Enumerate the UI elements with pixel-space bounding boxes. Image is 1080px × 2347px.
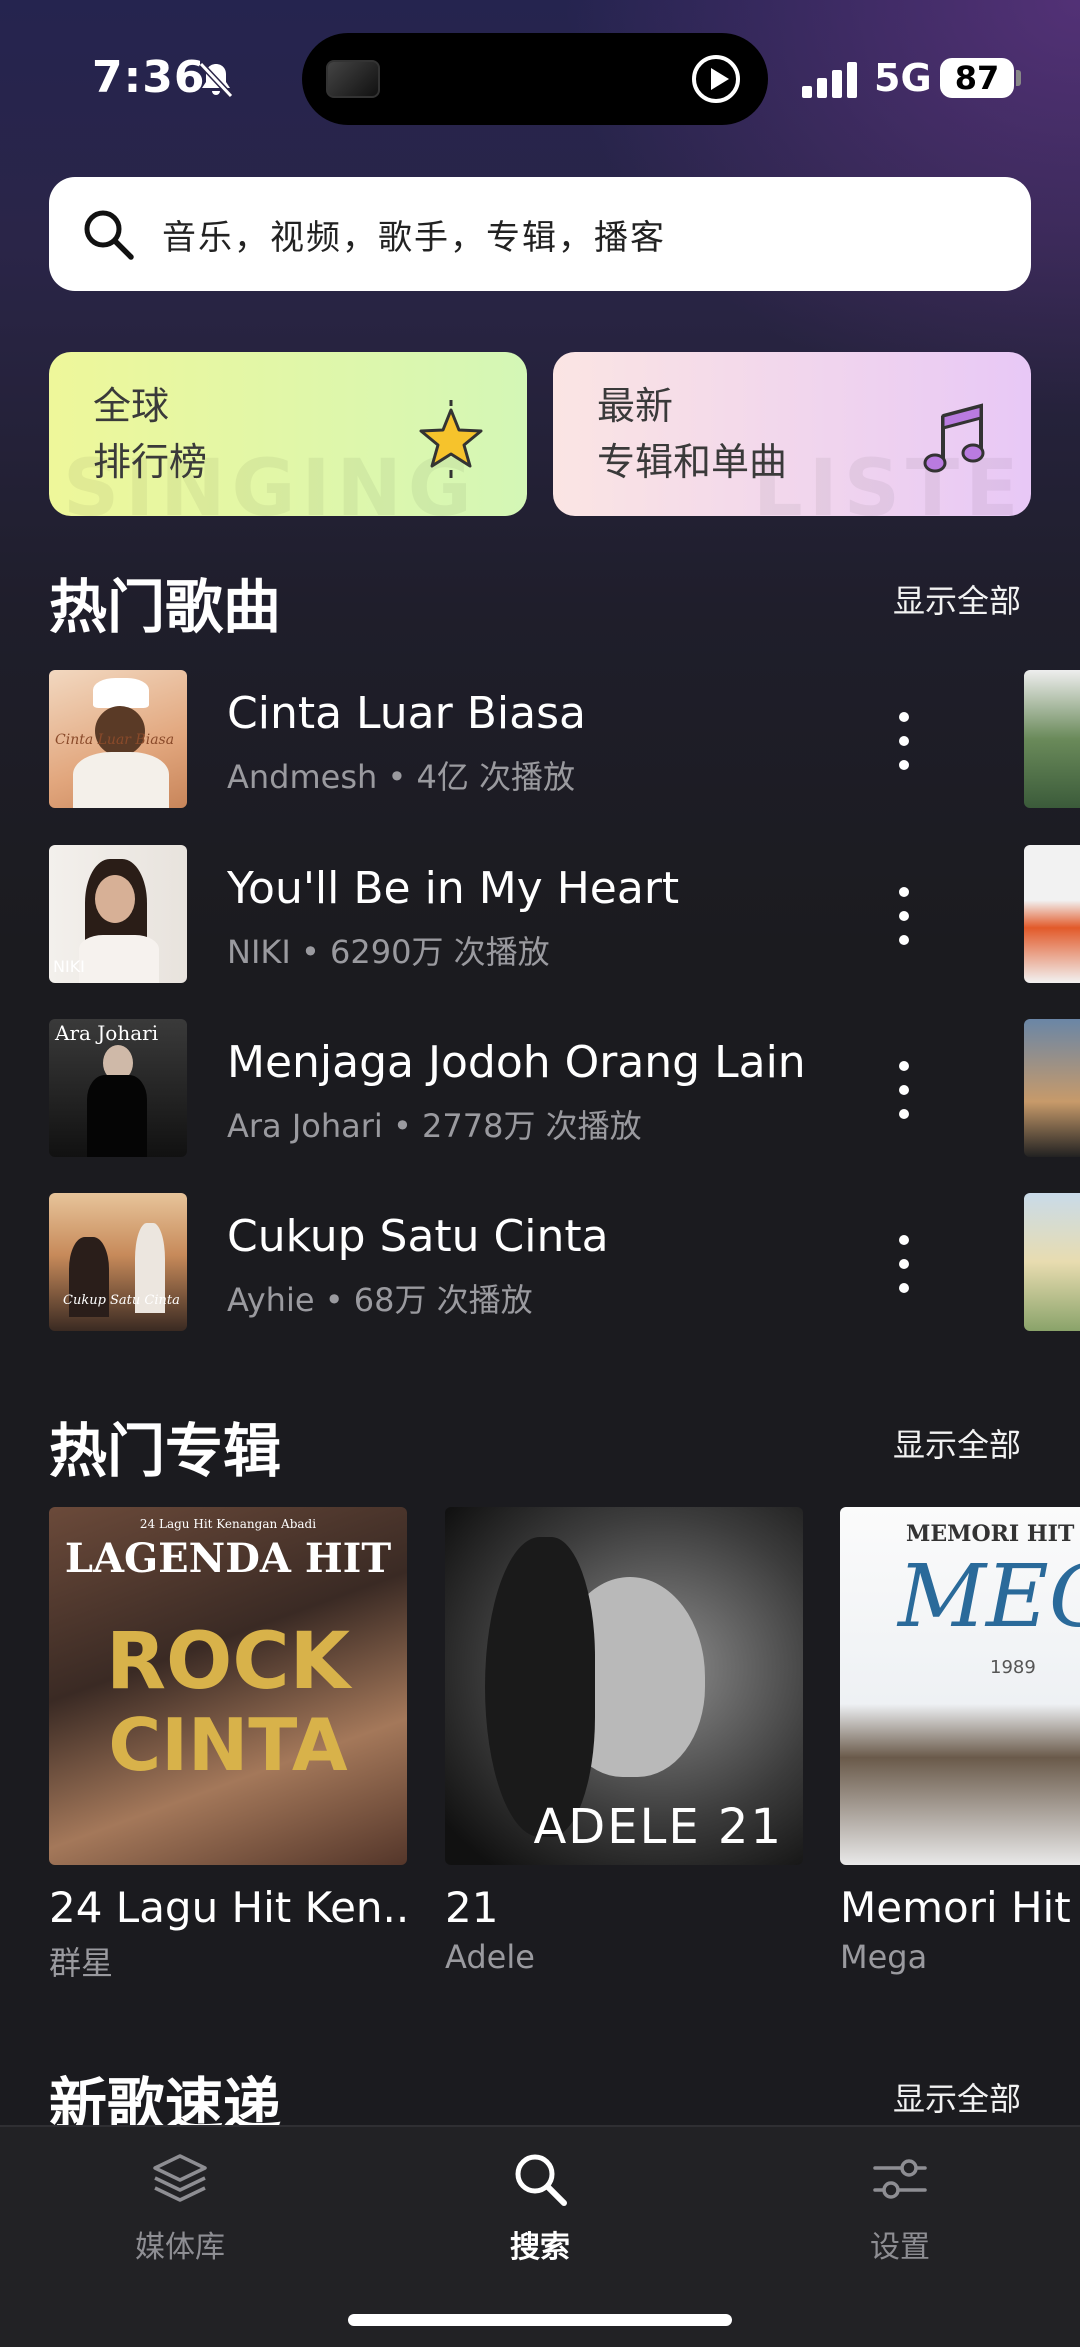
song-title: Menjaga Jodoh Orang Lain xyxy=(227,1037,806,1088)
cover-text: 24 Lagu Hit Kenangan Abadi xyxy=(139,1517,317,1531)
next-page-cover xyxy=(1024,845,1080,983)
song-cover: NIKI xyxy=(49,845,187,983)
more-options-icon[interactable] xyxy=(887,1057,921,1123)
tab-library[interactable]: 媒体库 xyxy=(60,2148,300,2266)
album-cover: ADELE 21 xyxy=(445,1507,803,1865)
bell-muted-icon xyxy=(198,61,234,99)
cover-text: NIKI xyxy=(53,957,85,976)
album-artist: 群星 xyxy=(49,1944,114,1982)
song-title: Cukup Satu Cinta xyxy=(227,1211,609,1262)
album-cover: MEMORI HIT MEG 1989 xyxy=(840,1507,1080,1865)
cover-text: LAGENDA HIT xyxy=(64,1535,392,1582)
song-row[interactable]: Ara Johari Menjaga Jodoh Orang Lain Ara … xyxy=(49,1019,1080,1159)
hot-songs-title: 热门歌曲 xyxy=(49,573,282,641)
song-plays: 2778万 次播放 xyxy=(422,1107,642,1145)
more-options-icon[interactable] xyxy=(887,708,921,774)
new-releases-card[interactable]: LISTENI 最新 专辑和单曲 xyxy=(553,352,1031,516)
song-cover: Cukup Satu Cinta xyxy=(49,1193,187,1331)
cover-text: Cinta Luar Biasa xyxy=(55,732,175,748)
star-icon xyxy=(419,400,483,478)
tab-settings-label: 设置 xyxy=(870,2230,930,2265)
cover-text: MEMORI HIT xyxy=(906,1521,1075,1547)
song-row[interactable]: Cinta Luar Biasa Cinta Luar Biasa Andmes… xyxy=(49,670,1080,810)
song-row[interactable]: Cukup Satu Cinta Cukup Satu Cinta Ayhie … xyxy=(49,1193,1080,1333)
album-cover: 24 Lagu Hit Kenangan Abadi LAGENDA HIT R… xyxy=(49,1507,407,1865)
tab-search[interactable]: 搜索 xyxy=(420,2148,660,2266)
song-plays: 6290万 次播放 xyxy=(330,933,550,971)
music-note-icon xyxy=(923,403,985,473)
card-label-line2: 专辑和单曲 xyxy=(597,440,788,484)
cover-text: MEG xyxy=(898,1547,1080,1647)
card-label-line1: 全球 xyxy=(93,384,170,428)
now-playing-thumbnail xyxy=(326,60,380,98)
album-title: 24 Lagu Hit Ken... xyxy=(49,1883,407,1932)
battery-tip xyxy=(1016,70,1021,86)
search-icon xyxy=(515,2154,567,2206)
cover-text: ROCK xyxy=(105,1617,351,1707)
next-page-cover xyxy=(1024,1019,1080,1157)
tab-settings[interactable]: 设置 xyxy=(780,2148,1020,2266)
song-meta: NIKI • 6290万 次播放 xyxy=(227,933,550,971)
sliders-icon xyxy=(873,2159,927,2199)
album-item[interactable]: ADELE 21 21 Adele xyxy=(445,1507,803,1976)
song-meta: Ara Johari • 2778万 次播放 xyxy=(227,1107,642,1145)
card-label-line2: 排行榜 xyxy=(93,440,208,484)
song-artist: Ayhie xyxy=(227,1281,315,1319)
global-charts-card[interactable]: SINGING 全球 排行榜 xyxy=(49,352,527,516)
song-title: Cinta Luar Biasa xyxy=(227,688,586,739)
song-plays: 68万 次播放 xyxy=(353,1281,533,1319)
song-artist: Ara Johari xyxy=(227,1107,383,1145)
song-cover: Ara Johari xyxy=(49,1019,187,1157)
cover-text: Cukup Satu Cinta xyxy=(63,1293,180,1308)
play-icon[interactable] xyxy=(692,55,740,103)
song-row[interactable]: NIKI You'll Be in My Heart NIKI • 6290万 … xyxy=(49,845,1080,985)
home-indicator[interactable] xyxy=(348,2314,732,2326)
tab-search-label: 搜索 xyxy=(510,2230,570,2265)
album-item[interactable]: MEMORI HIT MEG 1989 Memori Hit Mega xyxy=(840,1507,1080,1976)
song-meta: Ayhie • 68万 次播放 xyxy=(227,1281,533,1319)
song-artist: Andmesh xyxy=(227,758,378,796)
card-label: 全球 排行榜 xyxy=(93,378,207,490)
song-plays: 4亿 次播放 xyxy=(416,758,576,796)
song-meta: Andmesh • 4亿 次播放 xyxy=(227,758,576,796)
cover-text: ADELE 21 xyxy=(533,1799,783,1855)
next-page-cover xyxy=(1024,670,1080,808)
album-item[interactable]: 24 Lagu Hit Kenangan Abadi LAGENDA HIT R… xyxy=(49,1507,407,1984)
stack-icon xyxy=(153,2154,207,2202)
hot-albums-show-all[interactable]: 显示全部 xyxy=(893,1420,1021,1466)
hot-songs-show-all[interactable]: 显示全部 xyxy=(893,576,1021,622)
search-placeholder: 音乐，视频，歌手，专辑，播客 xyxy=(162,218,666,258)
song-cover: Cinta Luar Biasa xyxy=(49,670,187,808)
album-title: Memori Hit xyxy=(840,1883,1071,1932)
next-page-cover xyxy=(1024,1193,1080,1331)
album-title: 21 xyxy=(445,1883,499,1932)
new-songs-show-all[interactable]: 显示全部 xyxy=(893,2074,1021,2120)
more-options-icon[interactable] xyxy=(887,1231,921,1297)
cover-text: CINTA xyxy=(108,1703,348,1787)
search-icon xyxy=(84,210,134,260)
song-title: You'll Be in My Heart xyxy=(227,863,680,914)
card-label-line1: 最新 xyxy=(597,384,674,428)
more-options-icon[interactable] xyxy=(887,883,921,949)
network-type: 5G xyxy=(874,56,932,100)
song-artist: NIKI xyxy=(227,933,291,971)
cover-text: 1989 xyxy=(990,1657,1036,1678)
hot-albums-title: 热门专辑 xyxy=(49,1417,282,1485)
album-artist: Mega xyxy=(840,1938,928,1976)
tab-library-label: 媒体库 xyxy=(135,2230,225,2265)
status-time: 7:36 xyxy=(92,52,206,103)
card-label: 最新 专辑和单曲 xyxy=(597,378,787,490)
album-artist: Adele xyxy=(445,1938,535,1976)
cover-text: Ara Johari xyxy=(55,1021,159,1045)
signal-icon xyxy=(802,62,858,98)
battery-level: 87 xyxy=(940,58,1014,98)
